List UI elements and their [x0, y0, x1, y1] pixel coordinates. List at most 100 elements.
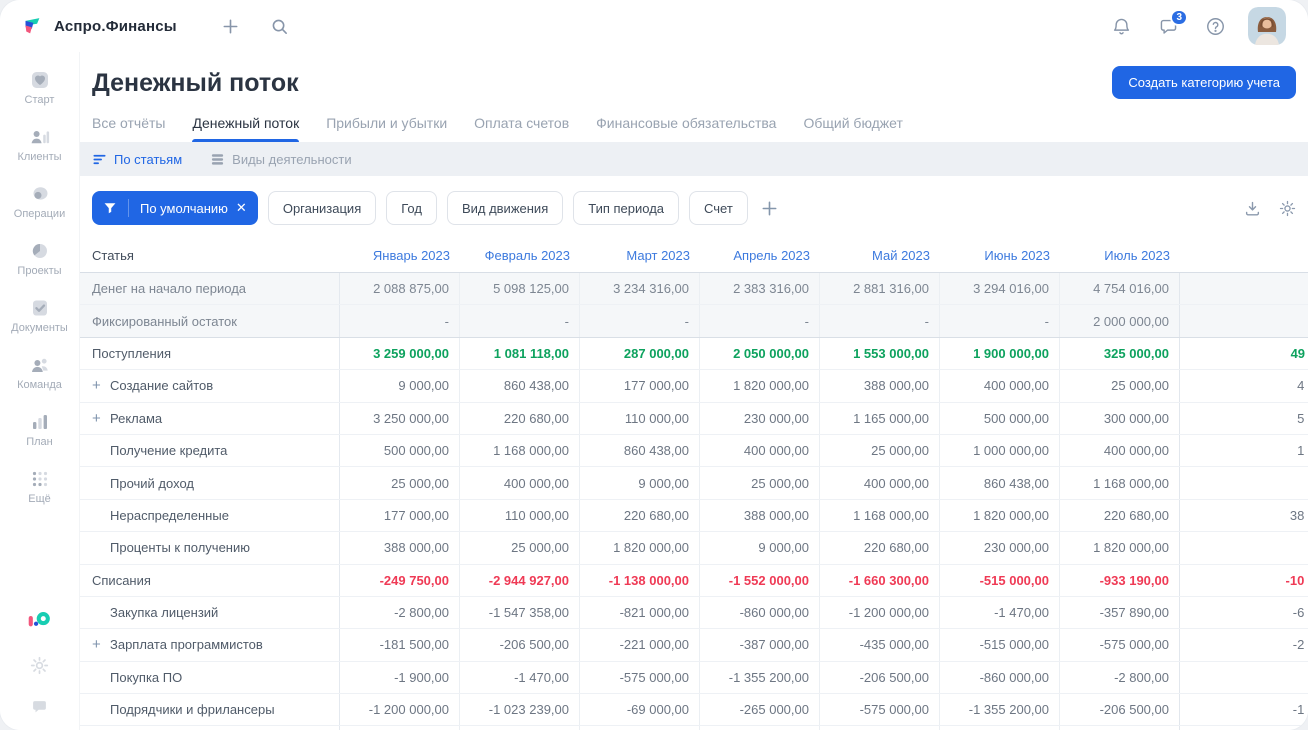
row-value-cell: 388 000,00: [340, 532, 460, 564]
tab-денежный-поток[interactable]: Денежный поток: [192, 109, 299, 142]
tab-общий-бюджет[interactable]: Общий бюджет: [803, 109, 902, 142]
sidebar-item-projects[interactable]: Проекты: [4, 235, 76, 283]
row-label: Проценты к получению: [110, 540, 250, 556]
table-row[interactable]: Закупка лицензий -2 800,00 -1 547 358,00 -8…: [80, 596, 1308, 630]
sidebar-item-clients[interactable]: Клиенты: [4, 121, 76, 169]
filter-chip[interactable]: Организация: [267, 191, 377, 225]
table-row[interactable]: Поступления 3 259 000,00 1 081 118,00 287 0…: [80, 337, 1308, 371]
row-value-cell: 3 259 000,00: [340, 337, 460, 370]
column-header-month[interactable]: Январь 2023: [340, 239, 460, 272]
row-label-cell: + Создание сайтов: [80, 370, 340, 402]
app-name: Аспро.Финансы: [54, 17, 177, 35]
create-category-button[interactable]: Создать категорию учета: [1112, 66, 1296, 99]
content: По умолчанию ✕ Организация Год Вид движени…: [80, 176, 1308, 730]
table-row[interactable]: Списания -249 750,00 -2 944 927,00 -1 138 0…: [80, 564, 1308, 597]
filter-chip[interactable]: Тип периода: [573, 191, 680, 225]
table-row[interactable]: Подрядчики и фрилансеры -1 200 000,00 -1 0…: [80, 694, 1308, 727]
filter-row: По умолчанию ✕ Организация Год Вид движени…: [92, 191, 1296, 225]
sidebar-item-team[interactable]: Команда: [4, 349, 76, 397]
filter-chip[interactable]: Год: [386, 191, 437, 225]
tab-все-отчёты[interactable]: Все отчёты: [92, 109, 165, 142]
table-settings-icon[interactable]: [1279, 200, 1296, 217]
table-row[interactable]: Покупка ПО -1 900,00 -1 470,00 -575 000,00-…: [80, 661, 1308, 695]
export-download-icon[interactable]: [1244, 200, 1261, 217]
page-header: Денежный поток Создать категорию учета В…: [80, 52, 1308, 142]
filter-close-icon[interactable]: ✕: [236, 200, 258, 216]
table-row[interactable]: + Зарплата программистов -181 500,00 -206 5…: [80, 629, 1308, 662]
filter-chip[interactable]: Вид движения: [446, 191, 564, 225]
row-value-cell: 25 000,00: [700, 467, 820, 499]
avatar[interactable]: [1248, 7, 1286, 45]
row-value-cell: -1 547 358,00: [460, 726, 580, 730]
row-value-cell: -1 355 200,00: [940, 694, 1060, 726]
row-value-cell: -69 000,00: [580, 694, 700, 726]
table-row[interactable]: Получение кредита 500 000,00 1 168 000,00 8…: [80, 434, 1308, 468]
row-saldo-cell: 68 000,00: [1180, 467, 1308, 498]
sidebar-item-start[interactable]: Старт: [4, 64, 76, 112]
settings-icon[interactable]: [30, 656, 49, 675]
row-saldo-cell: -6 144 248,00: [1180, 726, 1308, 730]
row-value-cell: -575 000,00: [580, 661, 700, 694]
table-row[interactable]: + Создание сайтов 9 000,00 860 438,00 177 00…: [80, 370, 1308, 403]
row-saldo-cell: -2 521 000,00: [1292, 637, 1308, 653]
bell-icon[interactable]: [1111, 16, 1132, 37]
row-value-cell: 400 000,00: [940, 370, 1060, 402]
row-saldo-cell: 220 680,00: [1180, 532, 1308, 563]
view-tab-activity-types[interactable]: Виды деятельности: [210, 152, 352, 167]
tab-прибыли-и-убытки[interactable]: Прибыли и убытки: [326, 109, 447, 142]
table-row[interactable]: + Реклама 3 250 000,00 220 680,00 110 000,00…: [80, 402, 1308, 435]
brand[interactable]: Аспро.Финансы: [20, 14, 177, 38]
filter-chip[interactable]: Счет: [689, 191, 748, 225]
row-value-cell: 9 000,00: [580, 467, 700, 499]
expand-icon[interactable]: +: [92, 637, 103, 652]
expand-icon[interactable]: +: [92, 411, 103, 426]
support-chat-icon[interactable]: [30, 697, 49, 716]
column-header-month[interactable]: Июль 2023: [1060, 239, 1180, 272]
row-value-cell: 1 000 000,00: [940, 434, 1060, 467]
row-value-cell: -860 000,00: [700, 596, 820, 629]
column-header-month[interactable]: Апрель 2023: [700, 239, 820, 272]
row-value-cell: -: [820, 305, 940, 337]
sidebar-item-more[interactable]: Ещё: [4, 463, 76, 511]
tab-финансовые-обязательства[interactable]: Финансовые обязательства: [596, 109, 776, 142]
table-row[interactable]: Прочий доход 25 000,00 400 000,00 9 000,00 2…: [80, 467, 1308, 500]
sidebar-item-documents[interactable]: Документы: [4, 292, 76, 340]
row-value-cell: 500 000,00: [940, 402, 1060, 434]
table-row[interactable]: Нераспределенные 177 000,00 110 000,00 220 …: [80, 499, 1308, 533]
row-value-cell: -2 944 927,00: [460, 564, 580, 596]
sidebar-item-label: Старт: [24, 94, 55, 106]
row-label: Получение кредита: [110, 443, 228, 459]
expand-icon[interactable]: +: [92, 378, 103, 393]
sidebar-item-operations[interactable]: Операции: [4, 178, 76, 226]
table-row[interactable]: Денег на начало периода 2 088 875,00 5 098…: [80, 273, 1308, 306]
row-label-cell: Покупка ПО: [80, 661, 340, 694]
add-filter-icon[interactable]: [760, 199, 779, 218]
help-icon[interactable]: [1205, 16, 1226, 37]
tab-оплата-счетов[interactable]: Оплата счетов: [474, 109, 569, 142]
table-row[interactable]: Проценты к получению 388 000,00 25 000,00 1…: [80, 532, 1308, 565]
row-value-cell: -: [340, 305, 460, 337]
messages-icon[interactable]: 3: [1158, 8, 1188, 37]
row-value-cell: -1 355 200,00: [700, 661, 820, 694]
row-value-cell: 220 680,00: [580, 499, 700, 532]
active-filter-chip[interactable]: По умолчанию ✕: [92, 191, 258, 225]
row-label-cell: + Реклама: [80, 402, 340, 434]
aspro-logo-icon[interactable]: [26, 607, 53, 634]
cashflow-table: Статья Январь 2023 Февраль 2023 Март 2023 А…: [80, 239, 1308, 730]
row-label-cell: Фиксированный остаток: [80, 305, 340, 337]
view-tab-by-items[interactable]: По статьям: [92, 152, 182, 167]
create-plus-icon[interactable]: [221, 17, 240, 36]
column-header-month[interactable]: Май 2023: [820, 239, 940, 272]
table-row[interactable]: Фиксированный остаток------2 000 000,00-: [80, 305, 1308, 338]
sidebar-item-label: Операции: [13, 208, 66, 220]
column-header-month[interactable]: Март 2023: [580, 239, 700, 272]
row-label: Фиксированный остаток: [92, 313, 237, 329]
column-header-month[interactable]: Июнь 2023: [940, 239, 1060, 272]
table-row[interactable]: +Зарплата программистов-2 800,00-1 547 3…: [80, 726, 1308, 730]
row-value-cell: 110 000,00: [580, 402, 700, 434]
column-header-month[interactable]: Февраль 2023: [460, 239, 580, 272]
search-icon[interactable]: [270, 17, 289, 36]
sidebar-item-plan[interactable]: План: [4, 406, 76, 454]
row-value-cell: -1 900,00: [340, 661, 460, 694]
row-value-cell: 25 000,00: [460, 532, 580, 564]
